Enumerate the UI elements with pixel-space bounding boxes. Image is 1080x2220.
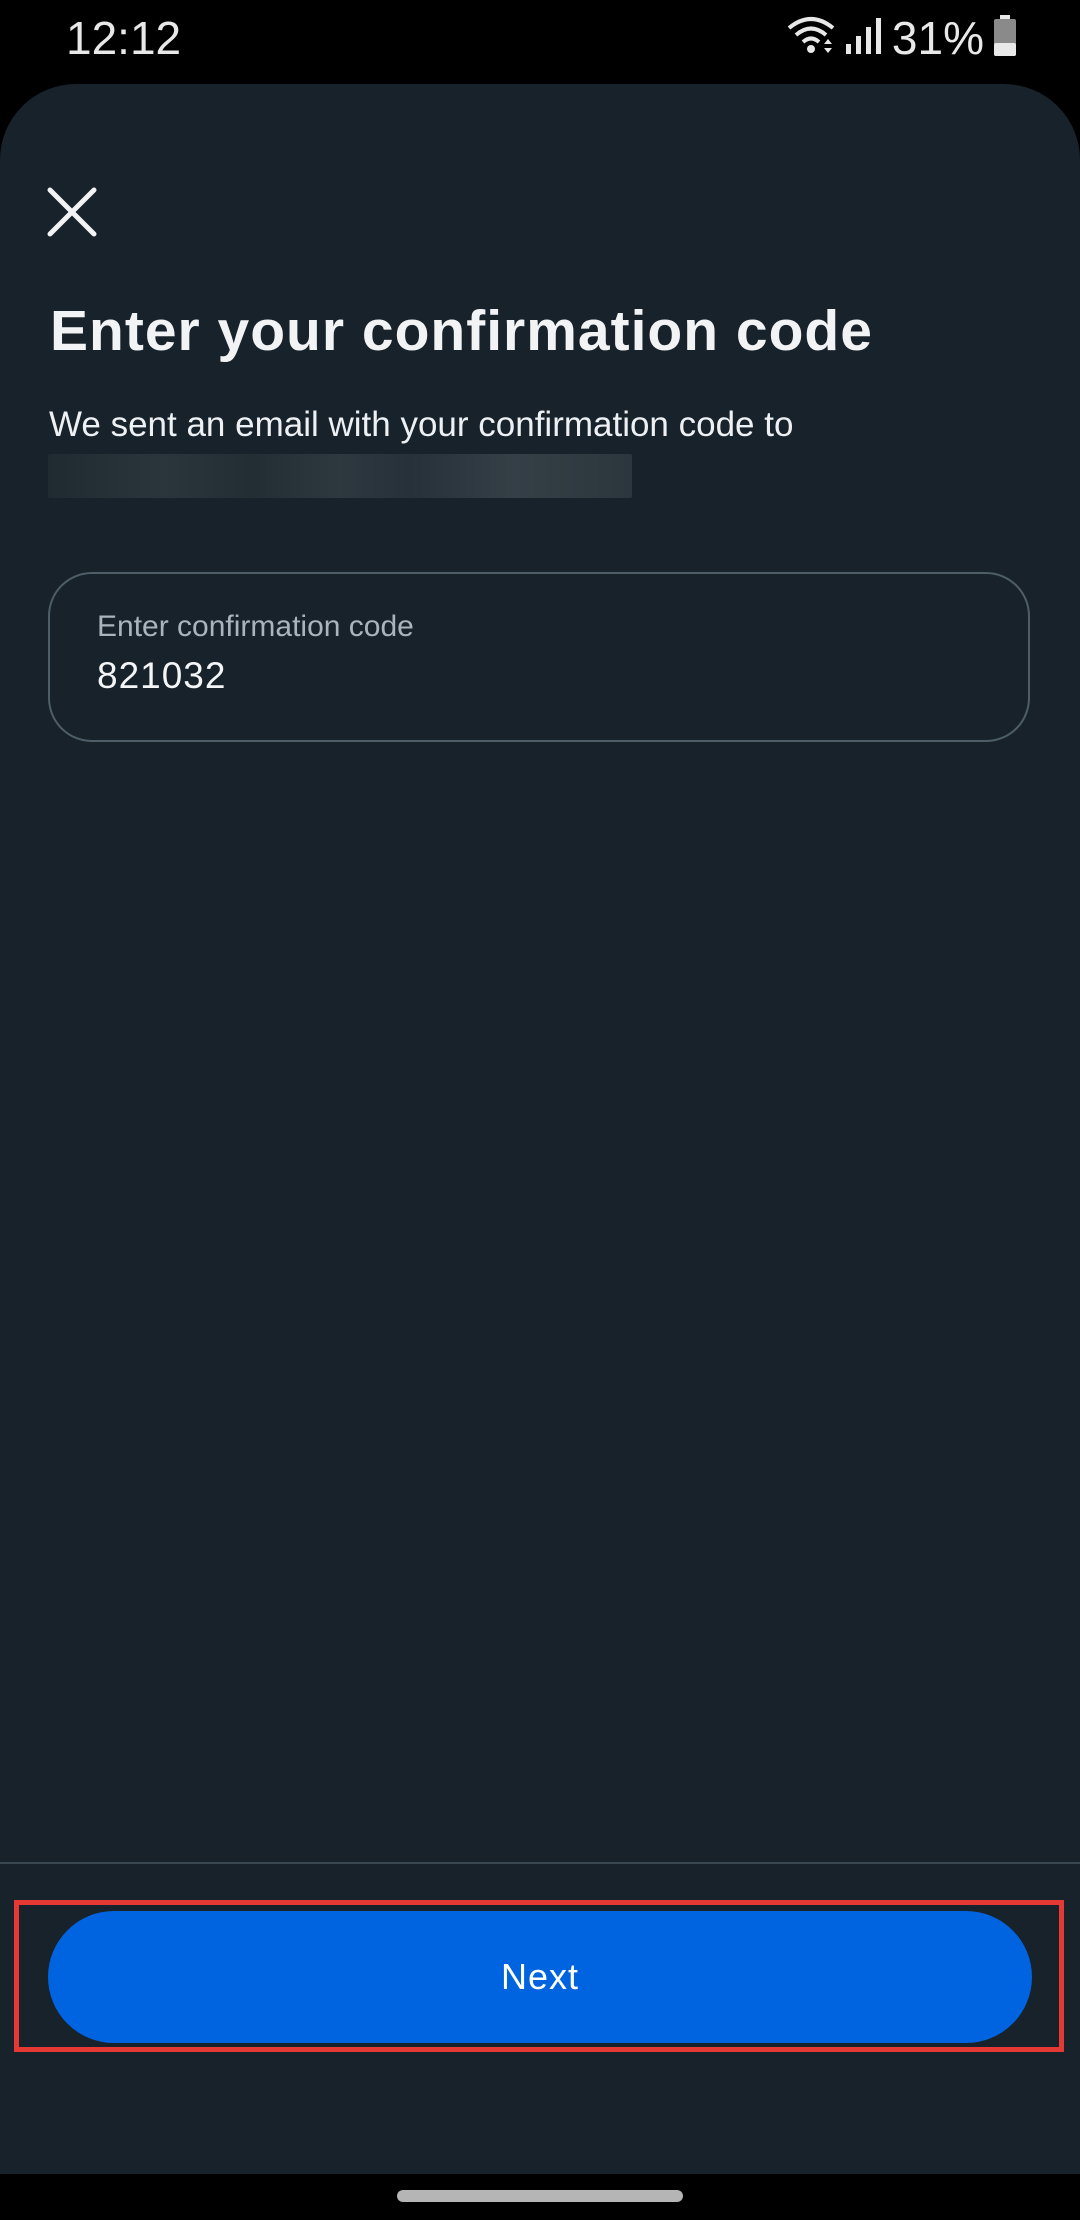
status-time: 12:12 [66,12,182,64]
next-button[interactable]: Next [48,1911,1032,2043]
battery-icon [992,14,1018,63]
home-indicator[interactable] [397,2190,683,2202]
battery-percent: 31% [891,12,984,64]
confirmation-code-field[interactable]: Enter confirmation code 821032 [48,572,1030,742]
confirmation-code-input[interactable]: 821032 [97,652,226,700]
screen: 12:12 31% Enter your confirmation code W… [0,0,1080,2220]
wifi-icon [786,14,836,63]
code-field-label: Enter confirmation code [97,610,414,643]
page-title: Enter your confirmation code [50,299,873,363]
status-bar: 12:12 31% [0,0,1080,84]
close-button[interactable] [40,180,104,244]
redacted-email [48,454,632,498]
status-icons: 31% [786,12,1018,64]
footer-divider [0,1862,1080,1864]
navigation-bar [0,2174,1080,2220]
signal-icon [844,16,884,61]
close-icon [47,187,97,237]
subtitle-text: We sent an email with your confirmation … [49,405,794,444]
confirmation-sheet: Enter your confirmation code We sent an … [0,84,1080,2174]
